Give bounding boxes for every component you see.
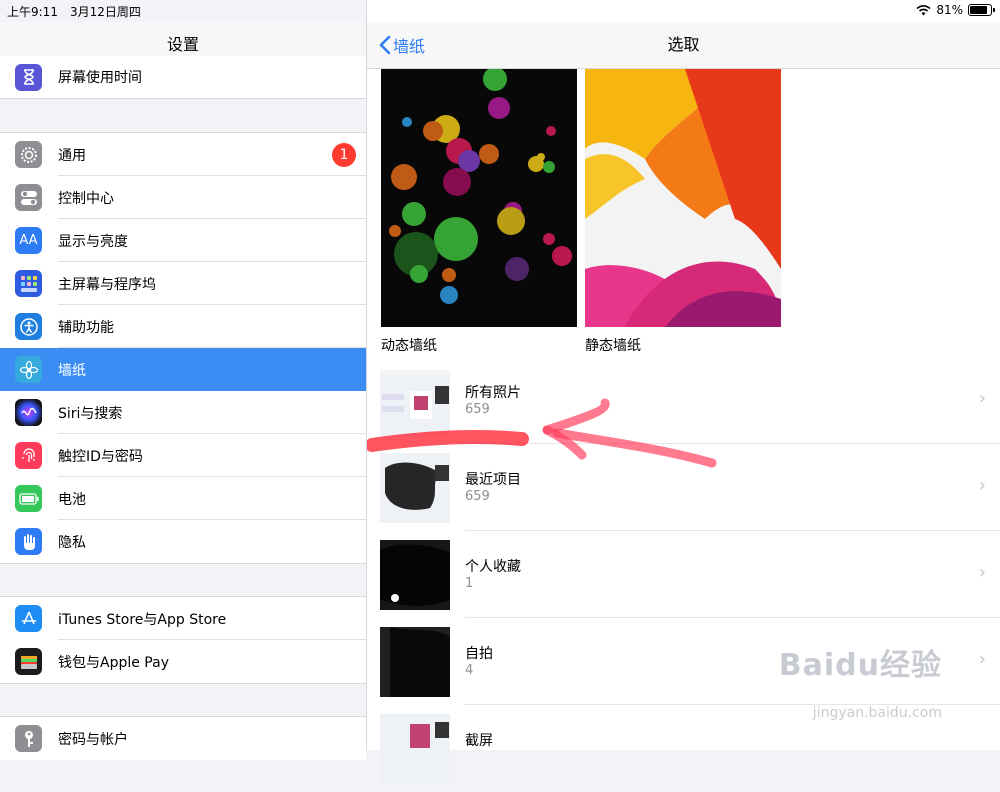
sidebar-item-itunes-app-store[interactable]: iTunes Store与App Store — [0, 597, 366, 640]
dynamic-wallpaper-thumb[interactable] — [381, 69, 577, 327]
hourglass-icon — [15, 63, 42, 91]
accessibility-icon — [15, 313, 42, 340]
sidebar-item-touch-id[interactable]: 触控ID与密码 — [0, 434, 366, 477]
still-wallpaper-label: 静态墙纸 — [585, 338, 641, 354]
chevron-right-icon: › — [978, 388, 986, 409]
album-count: 1 — [465, 576, 474, 591]
app-store-icon — [15, 605, 42, 632]
chevron-right-icon: › — [978, 475, 986, 496]
sidebar-item-wallpaper[interactable]: 墙纸 — [0, 348, 366, 391]
sidebar-item-label: 控制中心 — [58, 190, 114, 207]
battery-icon — [968, 4, 995, 16]
dynamic-wallpaper-label: 动态墙纸 — [381, 338, 437, 354]
status-date: 3月12日周四 — [69, 5, 141, 19]
battery-percent: 81% — [936, 3, 963, 17]
sidebar-item-label: 通用 — [58, 147, 86, 164]
album-name: 个人收藏 — [465, 559, 521, 575]
settings-group-3: 密码与帐户 — [0, 716, 366, 760]
album-thumb — [380, 714, 450, 784]
sidebar-item-label: Siri与搜索 — [58, 405, 123, 422]
sidebar-item-screen-time[interactable]: 屏幕使用时间 — [0, 56, 366, 98]
album-count: 4 — [465, 663, 474, 678]
fingerprint-icon — [15, 442, 42, 469]
sidebar-item-siri[interactable]: Siri与搜索 — [0, 391, 366, 434]
battery-icon — [15, 485, 42, 512]
sidebar-item-general[interactable]: 通用 1 — [0, 133, 366, 176]
settings-group-2: iTunes Store与App Store 钱包与Apple Pay — [0, 596, 366, 684]
notification-badge: 1 — [332, 142, 356, 167]
album-thumb — [380, 540, 450, 610]
watermark-url: jingyan.baidu.com — [812, 705, 942, 721]
status-time: 上午9:11 — [7, 5, 58, 19]
sidebar-item-label: 辅助功能 — [58, 319, 114, 336]
sidebar-item-label: 触控ID与密码 — [58, 448, 143, 465]
album-thumb — [380, 627, 450, 697]
back-label: 墙纸 — [393, 37, 426, 56]
back-button[interactable]: 墙纸 — [379, 33, 425, 57]
page-title: 选取 — [667, 35, 700, 54]
wifi-icon — [916, 4, 931, 15]
sidebar-item-label: 隐私 — [58, 534, 86, 551]
sidebar-item-display[interactable]: AA 显示与亮度 — [0, 219, 366, 262]
settings-group-1: 通用 1 控制中心 AA 显示与亮度 主屏幕与程序坞 辅助功能 墙纸 Siri与… — [0, 132, 366, 564]
wallpaper-choose-panel: 选取 墙纸 动态墙纸 静态墙纸 所有照片 659 › 最近项目 659 › 个人… — [367, 0, 1000, 784]
sidebar-item-control-center[interactable]: 控制中心 — [0, 176, 366, 219]
nav-bar: 选取 墙纸 — [367, 22, 1000, 69]
sidebar-item-accessibility[interactable]: 辅助功能 — [0, 305, 366, 348]
chevron-left-icon — [379, 35, 391, 55]
sidebar-item-wallet[interactable]: 钱包与Apple Pay — [0, 640, 366, 683]
sidebar-item-battery[interactable]: 电池 — [0, 477, 366, 520]
gear-icon — [15, 141, 42, 168]
sidebar-item-label: 密码与帐户 — [58, 731, 128, 748]
album-count: 659 — [465, 489, 490, 504]
sidebar-item-label: 显示与亮度 — [58, 233, 128, 250]
home-grid-icon — [15, 270, 42, 297]
text-size-icon: AA — [15, 227, 42, 254]
chevron-right-icon: › — [978, 562, 986, 583]
hand-icon — [15, 528, 42, 555]
album-name: 自拍 — [465, 646, 493, 662]
settings-group-0: 屏幕使用时间 — [0, 56, 366, 99]
sidebar-item-label: 电池 — [58, 491, 86, 508]
key-icon — [15, 725, 42, 752]
sidebar-item-label: iTunes Store与App Store — [58, 611, 227, 628]
sidebar-item-label: 钱包与Apple Pay — [58, 654, 169, 671]
annotation-arrow-icon — [367, 398, 717, 468]
wallet-icon — [15, 648, 42, 675]
sidebar-item-privacy[interactable]: 隐私 — [0, 520, 366, 563]
flower-icon — [15, 356, 42, 383]
watermark-logo: Baidu经验 — [778, 648, 942, 683]
sidebar-item-passwords[interactable]: 密码与帐户 — [0, 717, 366, 760]
chevron-right-icon: › — [978, 649, 986, 670]
still-wallpaper-thumb[interactable] — [585, 69, 781, 327]
settings-sidebar: 设置 屏幕使用时间 通用 1 控制中心 AA 显示与亮度 主屏幕与程序坞 辅助功… — [0, 0, 367, 760]
album-favorites[interactable]: 个人收藏 1 › — [367, 532, 1000, 618]
toggles-icon — [15, 184, 42, 211]
sidebar-item-label: 主屏幕与程序坞 — [58, 276, 156, 293]
sidebar-item-label: 屏幕使用时间 — [58, 70, 142, 86]
siri-icon — [15, 399, 42, 426]
album-name: 截屏 — [465, 733, 493, 749]
sidebar-item-home-screen[interactable]: 主屏幕与程序坞 — [0, 262, 366, 305]
sidebar-item-label: 墙纸 — [58, 362, 86, 379]
status-bar: 上午9:11 3月12日周四 81% — [0, 0, 1000, 22]
